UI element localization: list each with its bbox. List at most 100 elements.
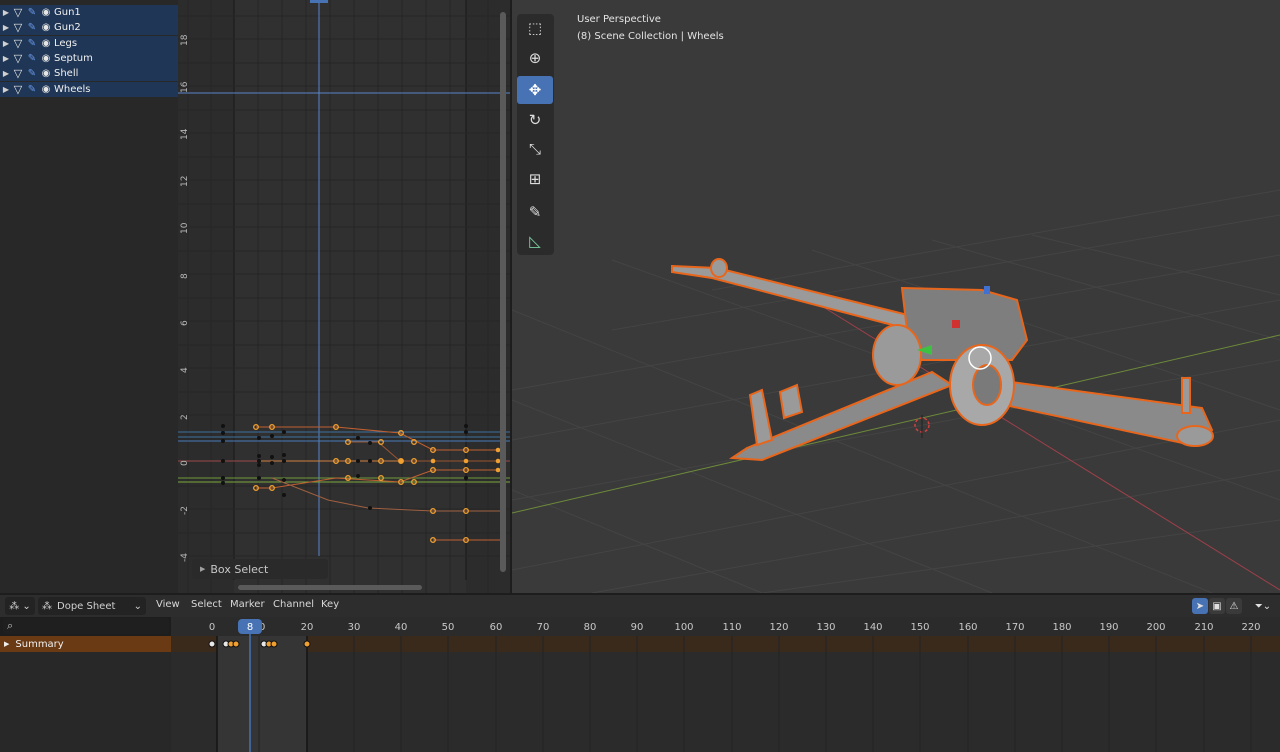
- mode-icon: ⁂: [42, 600, 52, 612]
- frame-tick: 110: [722, 622, 741, 633]
- 3d-viewport[interactable]: [512, 0, 1280, 593]
- channel-search-input[interactable]: ⌕: [3, 618, 169, 634]
- search-icon: ⌕: [7, 619, 14, 632]
- frame-tick: 200: [1146, 622, 1165, 633]
- frame-tick: 130: [816, 622, 835, 633]
- show-hidden-button[interactable]: ▣: [1209, 598, 1225, 614]
- show-errors-button[interactable]: ⚠: [1226, 598, 1242, 614]
- warning-icon: ⚠: [1229, 600, 1239, 612]
- outliner-item-label: Gun1: [54, 7, 81, 18]
- pin-icon[interactable]: ✎: [25, 68, 39, 79]
- eye-icon[interactable]: ◉: [39, 84, 53, 95]
- frame-tick: 40: [395, 622, 408, 633]
- object-icon: ▽: [13, 52, 23, 65]
- channel-list: [0, 636, 171, 752]
- outliner-item-shell[interactable]: ▶ ▽ ✎ ◉ Shell: [0, 66, 178, 81]
- outliner-item-gun2[interactable]: ▶ ▽ ✎ ◉ Gun2: [0, 20, 178, 35]
- annotate-icon: ✎: [528, 203, 542, 221]
- graph-editor[interactable]: 18 16 14 12 10 8 6 4 2 0 -2 -4: [178, 0, 510, 593]
- frame-tick: 50: [442, 622, 455, 633]
- object-icon: ▽: [13, 67, 23, 80]
- measure-icon: ◺: [529, 232, 541, 250]
- transform-tool[interactable]: ⊞: [517, 165, 553, 193]
- pin-icon[interactable]: ✎: [25, 84, 39, 95]
- graph-horizontal-scrollbar[interactable]: [238, 585, 422, 590]
- move-tool[interactable]: ✥: [517, 76, 553, 104]
- outliner-item-legs[interactable]: ▶ ▽ ✎ ◉ Legs: [0, 36, 178, 51]
- y-tick: 2: [180, 414, 190, 420]
- frame-tick: 190: [1099, 622, 1118, 633]
- mode-dropdown[interactable]: ⁂ Dope Sheet ⌄: [38, 597, 146, 615]
- expand-icon[interactable]: ▶: [200, 565, 205, 573]
- pin-icon[interactable]: ✎: [25, 38, 39, 49]
- outliner-item-gun1[interactable]: ▶ ▽ ✎ ◉ Gun1: [0, 5, 178, 20]
- chevron-down-icon: ⌄: [133, 600, 142, 612]
- frame-tick: 0: [209, 622, 215, 633]
- eye-icon[interactable]: ◉: [39, 38, 53, 49]
- rotate-tool[interactable]: ↻: [517, 106, 553, 134]
- frame-tick: 120: [769, 622, 788, 633]
- graph-vertical-scrollbar[interactable]: [500, 12, 506, 572]
- y-tick: 6: [180, 320, 190, 326]
- select-box-tool[interactable]: ⬚: [517, 14, 553, 42]
- timeline-canvas[interactable]: 0 10 20 30 40 50 60 70 80 90 100 110 120…: [171, 617, 1280, 752]
- object-icon: ▽: [13, 6, 23, 19]
- graph-canvas[interactable]: 18 16 14 12 10 8 6 4 2 0 -2 -4: [178, 0, 510, 593]
- y-tick: -2: [180, 506, 190, 515]
- expand-icon[interactable]: ▶: [1, 54, 11, 63]
- measure-tool[interactable]: ◺: [517, 227, 553, 255]
- editor-type-button[interactable]: ⁂ ⌄: [5, 597, 35, 615]
- frame-tick: 100: [674, 622, 693, 633]
- viewport-scene[interactable]: [512, 0, 1280, 593]
- outliner-item-label: Septum: [54, 53, 93, 64]
- last-operator-panel[interactable]: ▶ Box Select: [192, 559, 328, 579]
- menu-view[interactable]: View: [156, 599, 180, 610]
- annotate-tool[interactable]: ✎: [517, 198, 553, 226]
- menu-select[interactable]: Select: [191, 599, 222, 610]
- frame-tick: 30: [348, 622, 361, 633]
- outliner-item-septum[interactable]: ▶ ▽ ✎ ◉ Septum: [0, 51, 178, 66]
- y-tick: 4: [180, 367, 190, 373]
- viewport-title: User Perspective: [577, 14, 661, 25]
- dope-sheet-editor-icon: ⁂ ⌄: [9, 600, 31, 612]
- expand-icon[interactable]: ▶: [4, 640, 9, 648]
- expand-icon[interactable]: ▶: [1, 85, 11, 94]
- expand-icon[interactable]: ▶: [1, 69, 11, 78]
- menu-key[interactable]: Key: [321, 599, 339, 610]
- expand-icon[interactable]: ▶: [1, 23, 11, 32]
- eye-icon[interactable]: ◉: [39, 53, 53, 64]
- scale-tool[interactable]: ⤡: [517, 135, 553, 163]
- pin-icon[interactable]: ✎: [25, 22, 39, 33]
- y-tick: -4: [180, 553, 190, 562]
- menu-marker[interactable]: Marker: [230, 599, 265, 610]
- transform-icon: ⊞: [528, 170, 542, 188]
- expand-icon[interactable]: ▶: [1, 39, 11, 48]
- y-tick: 14: [180, 128, 190, 140]
- select-box-icon: ⬚: [527, 19, 543, 37]
- hidden-icon: ▣: [1212, 600, 1222, 612]
- filter-icon: ⏷⌄: [1254, 600, 1272, 612]
- eye-icon[interactable]: ◉: [39, 7, 53, 18]
- mode-label: Dope Sheet: [57, 600, 116, 612]
- y-tick: 16: [180, 81, 190, 93]
- frame-tick: 70: [537, 622, 550, 633]
- outliner-item-label: Wheels: [54, 84, 91, 95]
- eye-icon[interactable]: ◉: [39, 68, 53, 79]
- cursor-tool[interactable]: ⊕: [517, 44, 553, 72]
- frame-tick: 220: [1241, 622, 1260, 633]
- y-tick: 0: [180, 460, 190, 466]
- y-tick: 12: [180, 176, 190, 187]
- filter-button[interactable]: ⏷⌄: [1250, 598, 1276, 614]
- pin-icon[interactable]: ✎: [25, 7, 39, 18]
- pin-icon[interactable]: ✎: [25, 53, 39, 64]
- expand-icon[interactable]: ▶: [1, 8, 11, 17]
- only-selected-button[interactable]: ➤: [1192, 598, 1208, 614]
- menu-channel[interactable]: Channel: [273, 599, 314, 610]
- summary-channel[interactable]: ▶ Summary: [0, 636, 171, 652]
- frame-tick: 90: [631, 622, 644, 633]
- outliner-item-wheels[interactable]: ▶ ▽ ✎ ◉ Wheels: [0, 82, 178, 97]
- eye-icon[interactable]: ◉: [39, 22, 53, 33]
- frame-tick: 180: [1052, 622, 1071, 633]
- y-tick: 10: [180, 222, 190, 234]
- dope-sheet-timeline[interactable]: 0 10 20 30 40 50 60 70 80 90 100 110 120…: [171, 617, 1280, 752]
